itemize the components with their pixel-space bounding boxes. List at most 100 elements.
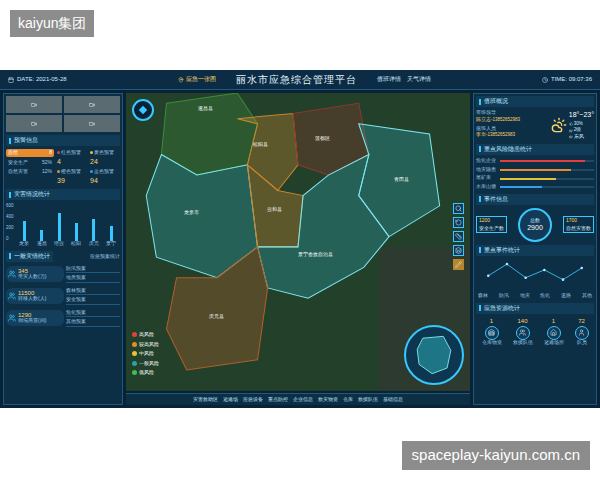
stats-row: 1290倒塌房屋(间)危化预案其他预案	[6, 309, 120, 327]
minimap[interactable]	[404, 325, 464, 385]
bottom-nav-item[interactable]: 避难场	[223, 396, 238, 404]
bottom-nav: 灾害救助区避难场应急设备重点防控企业信息救灾物资仓库救援队伍基础信息	[126, 393, 470, 406]
bar[interactable]	[92, 219, 95, 241]
risk-row: 危化企业	[476, 158, 594, 165]
plan-item: 其他预案	[66, 318, 120, 327]
header: DATE: 2021-05-28应急一张图丽水市应急综合管理平台值班详情天气详情…	[0, 70, 600, 90]
bottom-nav-item[interactable]: 应急设备	[243, 396, 263, 404]
x-label: 森林	[478, 293, 488, 300]
stats-row: 11500转移人数(人)森林预案安全预案	[6, 287, 120, 305]
line-point[interactable]	[524, 276, 527, 279]
app-title: 丽水市应急综合管理平台	[222, 72, 371, 87]
y-ticks: 6004002000	[6, 203, 14, 243]
bottom-nav-item[interactable]: 仓库	[343, 396, 353, 404]
title-mark	[479, 146, 481, 152]
nav-item[interactable]: 应急一张图	[178, 75, 216, 84]
line-point[interactable]	[487, 274, 490, 277]
bar[interactable]	[40, 230, 43, 241]
warning-row[interactable]: 自然灾害12%	[6, 168, 54, 176]
bottom-nav-item[interactable]: 基础信息	[383, 396, 403, 404]
map[interactable]: 遂昌县松阳县莲都区青田县龙泉市云和县景宁畲族自治县庆元县高风险较高风险中风险一般…	[126, 93, 470, 391]
chart-title: 灾害情况统计	[6, 189, 120, 200]
tool-button[interactable]	[453, 217, 464, 228]
warning-row[interactable]: 安全生产52%	[6, 159, 54, 167]
warning-body: 自然8安全生产52%自然灾害12%红色预警4黄色预警24橙色预警39蓝色预警94	[6, 149, 120, 186]
resource-item[interactable]: 1避难场所	[544, 317, 564, 347]
tool-button[interactable]	[453, 203, 464, 214]
title-mark	[9, 253, 11, 259]
risk-fill	[500, 160, 585, 162]
video-icon	[31, 121, 37, 127]
x-label: 其他	[582, 293, 592, 300]
region-label: 青田县	[394, 176, 409, 184]
legend-item: 低风险	[132, 369, 159, 377]
video-icon	[89, 102, 95, 108]
bar-group: 松阳	[71, 203, 81, 248]
bar[interactable]	[23, 221, 26, 241]
video-feed[interactable]	[6, 96, 62, 113]
duty-body: 带班领导陈立志-13852652983值班人员李华-1385265298318°…	[476, 110, 594, 141]
bottom-nav-item[interactable]: 救灾物资	[318, 396, 338, 404]
tool-button[interactable]	[453, 231, 464, 242]
line-point[interactable]	[580, 266, 583, 269]
warning-row[interactable]: 自然8	[6, 149, 54, 157]
compass-icon[interactable]	[132, 99, 154, 121]
video-icon	[89, 121, 95, 127]
region-label: 莲都区	[315, 135, 330, 143]
bar-group: 庆元	[89, 203, 99, 248]
wind-icon	[569, 129, 573, 133]
resources: 1仓库物资 140救援队伍 1避难场所 72队员	[476, 317, 594, 347]
warning-title: 预警信息	[6, 135, 120, 146]
x-label: 道路	[561, 293, 571, 300]
nav-item[interactable]: 值班详情	[377, 75, 401, 84]
bottom-nav-item[interactable]: 灾害救助区	[193, 396, 218, 404]
tool-button[interactable]	[453, 245, 464, 256]
people-icon	[8, 314, 16, 322]
region-label: 龙泉市	[184, 209, 199, 217]
region[interactable]	[258, 155, 390, 299]
title-mark	[479, 305, 481, 311]
bar[interactable]	[75, 223, 78, 241]
duty-row: 值班人员李华-13852652983	[476, 126, 549, 140]
nav-item[interactable]: 天气详情	[407, 75, 431, 84]
center: 遂昌县松阳县莲都区青田县龙泉市云和县景宁畲族自治县庆元县高风险较高风险中风险一般…	[126, 93, 470, 405]
people-icon	[8, 270, 16, 278]
line-point[interactable]	[562, 278, 565, 281]
bar[interactable]	[110, 226, 113, 241]
line-point[interactable]	[506, 263, 509, 266]
events-title: 事件信息	[476, 194, 594, 205]
risk-fill	[500, 169, 571, 171]
resource-item[interactable]: 1仓库物资	[482, 317, 502, 347]
map-toolbar	[453, 203, 464, 270]
x-label: 危化	[540, 293, 550, 300]
resource-item[interactable]: 72队员	[575, 317, 589, 347]
region[interactable]	[166, 247, 267, 370]
region[interactable]	[247, 165, 303, 247]
resource-item[interactable]: 140救援队伍	[513, 317, 533, 347]
page: kaiyun集团DATE: 2021-05-28应急一张图丽水市应急综合管理平台…	[0, 0, 600, 480]
video-feed[interactable]	[64, 96, 120, 113]
title-mark	[479, 247, 481, 253]
video-feed[interactable]	[64, 115, 120, 132]
warning-level: 橙色预警39	[57, 168, 87, 186]
bottom-strip: spaceplay-kaiyun.com.cn	[0, 408, 600, 480]
clock-icon	[542, 77, 548, 83]
time: TIME: 09:07:36	[542, 75, 592, 84]
resource-icon	[578, 329, 585, 336]
wind-icon	[569, 135, 573, 139]
video-feed[interactable]	[6, 115, 62, 132]
bottom-nav-item[interactable]: 企业信息	[293, 396, 313, 404]
line-title: 重点事件统计	[476, 245, 594, 256]
video-feeds	[6, 96, 120, 132]
resources-title: 应急资源统计	[476, 303, 594, 314]
bottom-nav-item[interactable]: 救援队伍	[358, 396, 378, 404]
tool-button[interactable]	[453, 259, 464, 270]
bar[interactable]	[58, 213, 61, 242]
plan-item: 安全预案	[66, 296, 120, 305]
bottom-nav-item[interactable]: 重点防控	[268, 396, 288, 404]
plan-item: 危化预案	[66, 309, 120, 318]
weather: 18°~23°30%2级东风	[551, 110, 594, 141]
x-label: 防汛	[499, 293, 509, 300]
line-point[interactable]	[543, 268, 546, 271]
risk-row: 尾矿库	[476, 175, 594, 182]
